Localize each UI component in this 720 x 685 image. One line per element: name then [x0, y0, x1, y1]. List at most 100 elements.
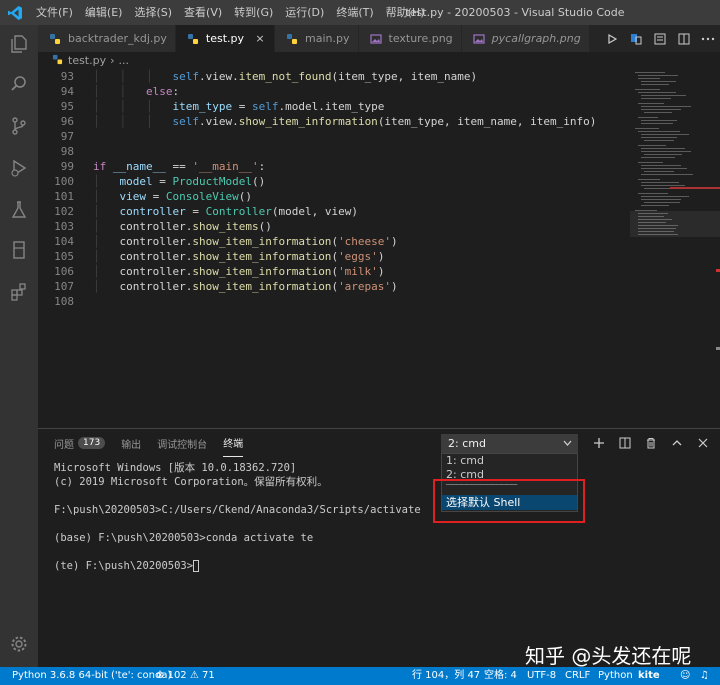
code-token: show_item_information: [238, 115, 378, 128]
tab-terminal[interactable]: 终端: [223, 429, 244, 457]
kite-status[interactable]: kite: [638, 667, 660, 685]
terminal-output[interactable]: Microsoft Windows [版本 10.0.18362.720] (c)…: [54, 461, 654, 573]
terminal-line: (te) F:\push\20200503>: [54, 559, 654, 573]
problems-status[interactable]: ⊗ 102 ⚠ 71: [156, 667, 215, 685]
more-actions-icon[interactable]: [696, 25, 720, 52]
menu-edit[interactable]: 编辑(E): [79, 0, 129, 25]
code-line[interactable]: 95 │ │ │ item_type = self.model.item_type: [38, 99, 630, 114]
terminal-line: Microsoft Windows [版本 10.0.18362.720]: [54, 461, 654, 475]
line-number: 100: [54, 175, 74, 188]
code-line[interactable]: 99 if __name__ == '__main__':: [38, 159, 630, 174]
code-line[interactable]: 105 │ controller.show_item_information('e…: [38, 249, 630, 264]
code-token: 'milk': [338, 265, 378, 278]
extensions-icon[interactable]: [0, 275, 38, 309]
split-editor-icon[interactable]: [672, 25, 696, 52]
testing-flask-icon[interactable]: [0, 193, 38, 227]
run-debug-icon[interactable]: [0, 151, 38, 185]
code-token: =: [146, 190, 166, 203]
vscode-logo-icon: [0, 0, 30, 25]
line-number: 108: [54, 295, 74, 308]
minimap[interactable]: [630, 69, 720, 425]
code-line[interactable]: 104 │ controller.show_item_information('c…: [38, 234, 630, 249]
code-token: controller.: [119, 250, 193, 263]
code-token: ): [377, 250, 385, 263]
code-token: │: [93, 265, 120, 278]
code-token: │: [93, 220, 120, 233]
window-title: test.py - 20200503 - Visual Studio Code: [405, 6, 625, 19]
code-text: │ │ │ self.view.item_not_found(item_type…: [93, 69, 477, 84]
menu-selection[interactable]: 选择(S): [128, 0, 178, 25]
code-line[interactable]: 101 │ view = ConsoleView(): [38, 189, 630, 204]
code-line[interactable]: 102 │ controller = Controller(model, view…: [38, 204, 630, 219]
image-file-icon: [472, 32, 486, 46]
code-line[interactable]: 98: [38, 144, 630, 159]
encoding-status[interactable]: UTF-8: [527, 667, 556, 685]
notifications-bell-icon[interactable]: ♫: [700, 667, 709, 685]
menu-go[interactable]: 转到(G): [228, 0, 279, 25]
line-number: 105: [54, 250, 74, 263]
language-mode-status[interactable]: Python: [598, 667, 633, 685]
code-token: 'arepas': [338, 280, 392, 293]
tab-terminal-label: 终端: [223, 439, 244, 450]
panel-tabs: 问题 173 输出 调试控制台 终端: [38, 429, 259, 457]
code-token: show_item_information: [192, 235, 332, 248]
breadcrumb-more[interactable]: ...: [119, 54, 130, 67]
code-token: '__main__': [192, 160, 259, 173]
tab-output[interactable]: 输出: [121, 429, 141, 457]
tab-backtrader-kdj[interactable]: backtrader_kdj.py: [38, 25, 176, 52]
code-token: (): [258, 220, 272, 233]
code-line[interactable]: 106 │ controller.show_item_information('m…: [38, 264, 630, 279]
shell-select[interactable]: 2: cmd: [441, 434, 578, 453]
indentation-status[interactable]: 空格: 4: [484, 667, 517, 685]
trash-icon[interactable]: [638, 433, 664, 453]
code-line[interactable]: 108: [38, 294, 630, 309]
code-token: :: [258, 160, 266, 173]
new-terminal-icon[interactable]: [586, 433, 612, 453]
split-terminal-icon[interactable]: [612, 433, 638, 453]
tab-texture-png[interactable]: texture.png: [358, 25, 462, 52]
tab-pycallgraph-png[interactable]: pycallgraph.png: [461, 25, 590, 52]
code-line[interactable]: 103 │ controller.show_items(): [38, 219, 630, 234]
code-line[interactable]: 94 │ │ else:: [38, 84, 630, 99]
code-token: show_item_information: [192, 250, 332, 263]
close-panel-icon[interactable]: [690, 433, 716, 453]
feedback-icon[interactable]: ☺: [680, 667, 690, 685]
python-file-icon: [186, 32, 200, 46]
remote-explorer-icon[interactable]: [0, 233, 38, 267]
compare-changes-icon[interactable]: [624, 25, 648, 52]
code-line[interactable]: 100 │ model = ProductModel(): [38, 174, 630, 189]
tab-problems[interactable]: 问题 173: [54, 429, 106, 457]
eol-status[interactable]: CRLF: [565, 667, 590, 685]
code-line[interactable]: 107 │ controller.show_item_information('a…: [38, 279, 630, 294]
source-control-icon[interactable]: [0, 109, 38, 143]
code-text: │ view = ConsoleView(): [93, 189, 252, 204]
menu-view[interactable]: 查看(V): [178, 0, 228, 25]
cursor-position-status[interactable]: 行 104，列 47: [412, 667, 480, 685]
bottom-panel: 问题 173 输出 调试控制台 终端 2: cmd 1: cmd 2: cmd …: [38, 428, 720, 667]
settings-gear-icon[interactable]: [0, 627, 38, 661]
code-line[interactable]: 96 │ │ │ self.view.show_item_information(…: [38, 114, 630, 129]
close-icon[interactable]: ×: [254, 32, 266, 45]
code-token: controller: [119, 205, 186, 218]
run-file-icon[interactable]: [600, 25, 624, 52]
code-editor[interactable]: 93 │ │ │ self.view.item_not_found(item_ty…: [38, 69, 630, 425]
menu-file[interactable]: 文件(F): [30, 0, 79, 25]
terminal-line-text: (te) F:\push\20200503>: [54, 560, 194, 572]
code-line[interactable]: 97: [38, 129, 630, 144]
menu-run[interactable]: 运行(D): [279, 0, 330, 25]
tab-debug-console[interactable]: 调试控制台: [157, 429, 207, 457]
maximize-panel-icon[interactable]: [664, 433, 690, 453]
breadcrumb-file[interactable]: test.py: [68, 54, 106, 67]
code-line[interactable]: 93 │ │ │ self.view.item_not_found(item_ty…: [38, 69, 630, 84]
python-interpreter-status[interactable]: Python 3.6.8 64-bit ('te': conda): [12, 667, 171, 685]
open-preview-icon[interactable]: [648, 25, 672, 52]
explorer-icon[interactable]: [0, 27, 38, 61]
menu-terminal[interactable]: 终端(T): [330, 0, 379, 25]
breadcrumb: test.py › ...: [38, 52, 628, 69]
menu-bar: 文件(F) 编辑(E) 选择(S) 查看(V) 转到(G) 运行(D) 终端(T…: [30, 0, 431, 25]
tab-main-py[interactable]: main.py: [275, 25, 359, 52]
tab-test-py[interactable]: test.py ×: [175, 25, 276, 52]
search-icon[interactable]: [0, 67, 38, 101]
